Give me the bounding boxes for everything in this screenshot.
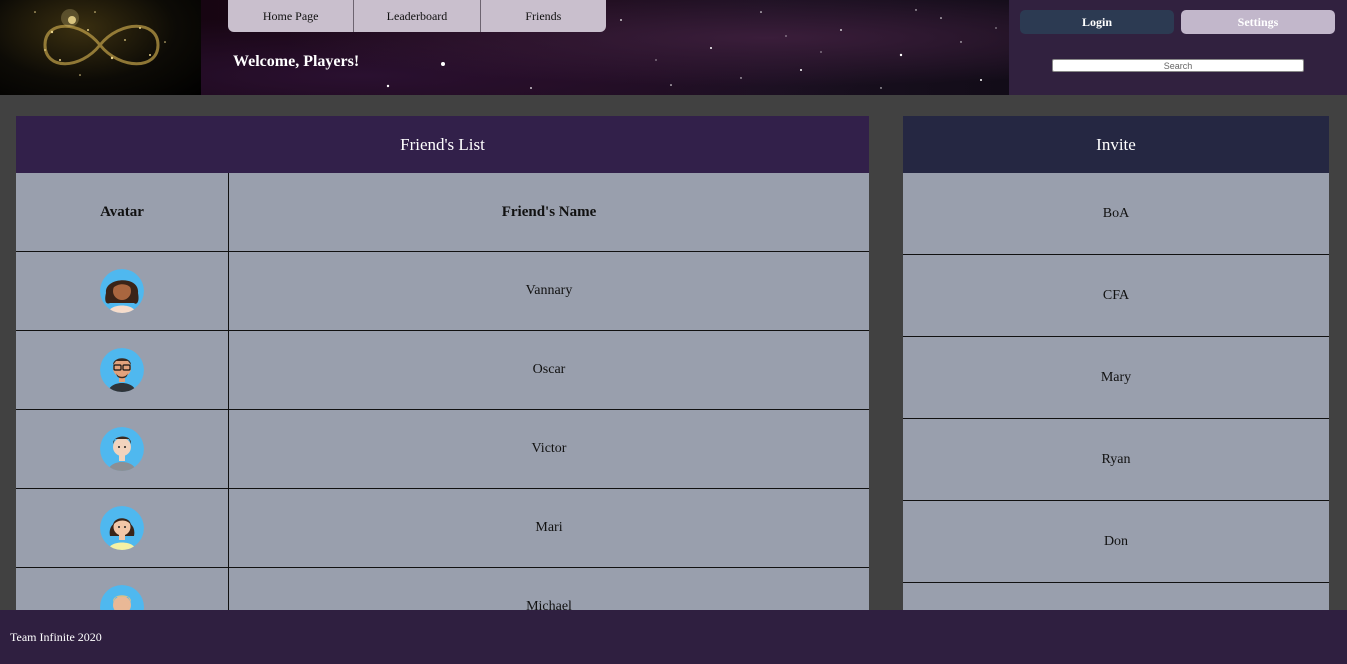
friends-list-panel: Friend's List Avatar Friend's Name Vanna… <box>16 116 869 610</box>
search-input[interactable] <box>1052 59 1304 72</box>
name-column-header: Friend's Name <box>501 203 597 220</box>
woman-avatar-icon <box>100 506 144 550</box>
invite-item[interactable]: CFA <box>903 255 1329 337</box>
nav-leaderboard[interactable]: Leaderboard <box>354 0 481 32</box>
footer-text: Team Infinite 2020 <box>10 629 102 644</box>
man-glasses-avatar-icon <box>100 348 144 392</box>
friend-name: Michael <box>526 599 572 610</box>
friend-name: Mari <box>535 520 563 535</box>
invite-item[interactable]: BoA <box>903 173 1329 255</box>
settings-button[interactable]: Settings <box>1181 10 1335 34</box>
table-row[interactable]: Michael <box>16 568 869 610</box>
man-avatar-icon <box>100 427 144 471</box>
nav-friends[interactable]: Friends <box>481 0 606 32</box>
man-blond-avatar-icon <box>100 585 144 610</box>
main-nav: Home Page Leaderboard Friends <box>228 0 606 32</box>
woman-curly-hair-avatar-icon <box>100 269 144 313</box>
table-row[interactable]: Mari <box>16 489 869 568</box>
invite-panel: Invite BoA CFA Mary Ryan Don <box>903 116 1329 610</box>
friends-table-header: Avatar Friend's Name <box>16 173 869 252</box>
friend-name: Vannary <box>525 283 573 298</box>
header: Home Page Leaderboard Friends Welcome, P… <box>0 0 1347 95</box>
account-panel: Login Settings <box>1009 0 1347 95</box>
invite-item[interactable]: Mary <box>903 337 1329 419</box>
invite-item-partial[interactable] <box>903 583 1329 610</box>
table-row[interactable]: Victor <box>16 410 869 489</box>
welcome-heading: Welcome, Players! <box>233 53 360 70</box>
table-row[interactable]: Oscar <box>16 331 869 410</box>
table-row[interactable]: Vannary <box>16 252 869 331</box>
friend-name: Oscar <box>532 362 566 377</box>
invite-item[interactable]: Don <box>903 501 1329 583</box>
invite-item[interactable]: Ryan <box>903 419 1329 501</box>
avatar-column-header: Avatar <box>16 173 229 251</box>
logo[interactable] <box>0 0 201 95</box>
friend-name: Victor <box>531 441 567 456</box>
nav-home-page[interactable]: Home Page <box>228 0 355 32</box>
friends-list-title: Friend's List <box>16 116 869 173</box>
login-button[interactable]: Login <box>1020 10 1174 34</box>
infinity-logo-icon <box>34 9 166 76</box>
invite-title: Invite <box>903 116 1329 173</box>
footer: Team Infinite 2020 <box>0 610 1347 664</box>
